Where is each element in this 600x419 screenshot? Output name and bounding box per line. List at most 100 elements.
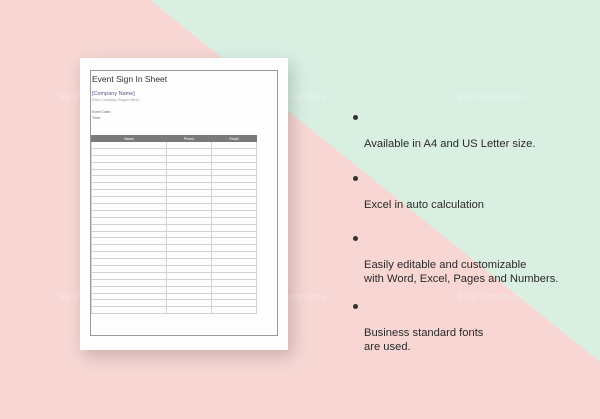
feature-item: Excel in auto calculation	[353, 172, 558, 213]
table-cell	[166, 189, 212, 198]
table-row	[91, 203, 257, 211]
feature-item: Available in A4 and US Letter size.	[353, 111, 558, 152]
table-row	[91, 285, 257, 294]
table-cell	[211, 196, 257, 205]
table-cell	[91, 175, 167, 184]
table-cell	[211, 189, 257, 198]
table-cell	[91, 223, 167, 232]
table-row	[91, 196, 257, 205]
bullet-icon	[353, 115, 358, 120]
table-cell	[166, 265, 212, 273]
table-cell	[91, 230, 167, 239]
watermark: BestTemplates	[457, 92, 526, 103]
table-cell	[91, 285, 167, 294]
table-cell	[91, 278, 167, 287]
table-cell	[211, 306, 257, 315]
document-preview: Event Sign In Sheet [Company Name] [Your…	[80, 58, 288, 350]
sign-in-table: Name Phone Email	[91, 135, 257, 315]
table-row	[91, 230, 257, 239]
table-cell	[166, 299, 212, 308]
table-cell	[91, 271, 167, 280]
table-cell	[91, 258, 167, 267]
table-row	[91, 147, 257, 156]
time-label: Time:	[92, 116, 101, 120]
table-cell	[91, 265, 167, 273]
table-cell	[91, 147, 167, 156]
table-cell	[166, 230, 212, 239]
table-cell	[166, 203, 212, 211]
table-cell	[211, 203, 257, 211]
feature-text: Available in A4 and US Letter size.	[364, 138, 536, 150]
table-cell	[166, 271, 212, 280]
feature-item: Easily editable and customizable with Wo…	[353, 232, 558, 286]
table-row	[91, 223, 257, 232]
table-cell	[166, 306, 212, 315]
table-cell	[211, 251, 257, 260]
table-cell	[166, 196, 212, 205]
table-row	[91, 168, 257, 177]
table-cell	[91, 182, 167, 191]
table-row	[91, 292, 257, 301]
table-cell	[91, 216, 167, 225]
feature-list: Available in A4 and US Letter size. Exce…	[353, 111, 558, 354]
table-cell	[91, 209, 167, 218]
table-cell	[91, 251, 167, 260]
table-cell	[166, 244, 212, 253]
table-row	[91, 271, 257, 280]
table-cell	[166, 175, 212, 184]
table-cell	[91, 292, 167, 301]
event-date-label: Event Date:	[92, 110, 111, 114]
document-title: Event Sign In Sheet	[92, 74, 168, 84]
table-row	[91, 161, 257, 170]
table-cell	[211, 168, 257, 177]
table-cell	[211, 271, 257, 280]
table-cell	[91, 196, 167, 205]
table-cell	[211, 299, 257, 308]
table-cell	[166, 147, 212, 156]
table-cell	[211, 237, 257, 246]
table-cell	[211, 278, 257, 287]
table-cell	[166, 141, 212, 149]
feature-text: Excel in auto calculation	[364, 198, 485, 211]
table-cell	[166, 278, 212, 287]
table-cell	[91, 299, 167, 308]
table-cell	[91, 141, 167, 149]
table-cell	[166, 216, 212, 225]
table-cell	[166, 154, 212, 163]
table-cell	[91, 237, 167, 246]
table-cell	[166, 292, 212, 301]
feature-text: Easily editable and customizable with Wo…	[364, 259, 559, 285]
table-cell	[91, 306, 167, 315]
company-name: [Company Name]	[92, 91, 135, 97]
table-cell	[91, 161, 167, 170]
table-cell	[166, 285, 212, 294]
table-row	[91, 278, 257, 287]
table-cell	[91, 203, 167, 211]
table-row	[91, 141, 257, 149]
table-row	[91, 154, 257, 163]
table-cell	[166, 182, 212, 191]
table-cell	[166, 161, 212, 170]
table-cell	[166, 168, 212, 177]
table-cell	[211, 209, 257, 218]
table-row	[91, 216, 257, 225]
table-cell	[211, 182, 257, 191]
table-cell	[211, 258, 257, 267]
table-cell	[91, 154, 167, 163]
table-cell	[211, 216, 257, 225]
table-row	[91, 258, 257, 267]
table-row	[91, 182, 257, 191]
table-row	[91, 251, 257, 260]
table-cell	[211, 141, 257, 149]
table-cell	[211, 161, 257, 170]
table-cell	[211, 244, 257, 253]
table-row	[91, 299, 257, 308]
table-row	[91, 189, 257, 198]
table-cell	[211, 154, 257, 163]
table-cell	[91, 168, 167, 177]
feature-text: Business standard fonts are used.	[364, 327, 484, 353]
table-cell	[211, 292, 257, 301]
feature-item: Business standard fonts are used.	[353, 300, 558, 354]
table-row	[91, 237, 257, 246]
table-cell	[91, 244, 167, 253]
